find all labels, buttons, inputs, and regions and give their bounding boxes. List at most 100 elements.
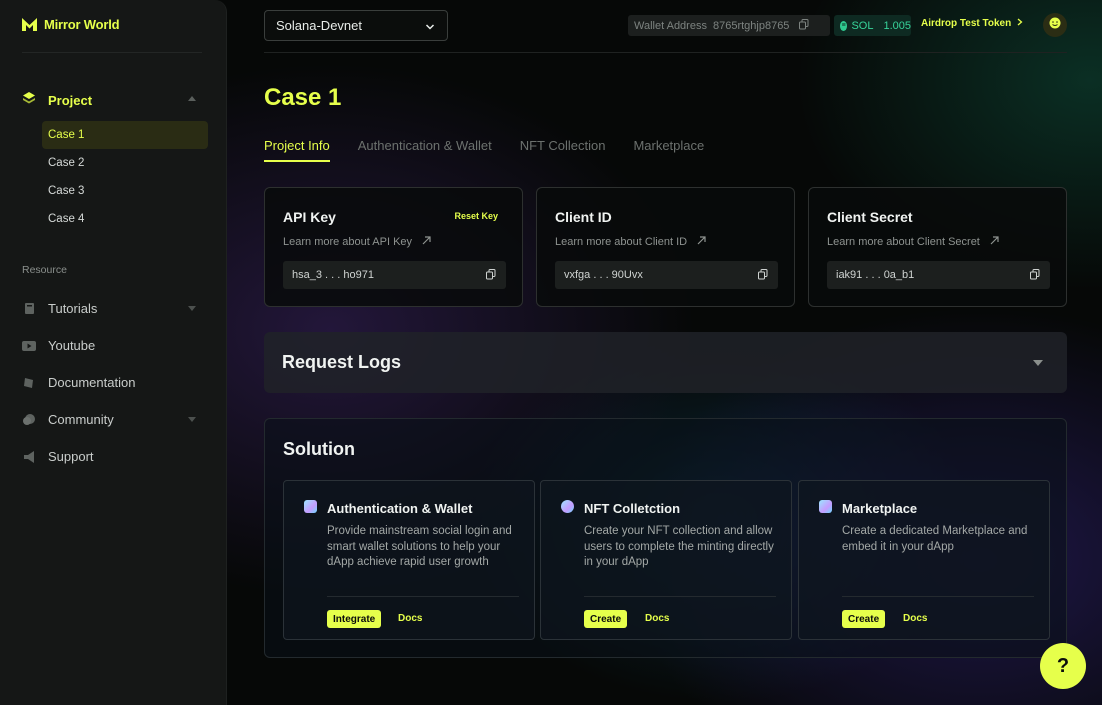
integrate-button[interactable]: Integrate bbox=[327, 610, 382, 628]
client-secret-card: Client Secret Learn more about Client Se… bbox=[808, 187, 1067, 307]
copy-icon[interactable] bbox=[1030, 269, 1040, 283]
learn-more-link[interactable]: Learn more about Client Secret bbox=[827, 236, 999, 248]
sidebar-item-tutorials[interactable]: Tutorials bbox=[22, 290, 202, 327]
docs-link[interactable]: Docs bbox=[903, 613, 927, 624]
tab-project-info[interactable]: Project Info bbox=[264, 138, 330, 162]
tab-nft-collection[interactable]: NFT Collection bbox=[520, 138, 606, 162]
resource-list: Tutorials Youtube Documentation Communit… bbox=[22, 290, 202, 475]
megaphone-icon bbox=[22, 450, 36, 464]
solution-card-description: Provide mainstream social login and smar… bbox=[327, 525, 512, 568]
resource-section-label: Resource bbox=[22, 264, 67, 276]
chevron-down-icon bbox=[188, 417, 196, 422]
create-button[interactable]: Create bbox=[842, 610, 886, 628]
copy-icon[interactable] bbox=[799, 18, 809, 33]
document-icon bbox=[22, 376, 36, 390]
sol-label: SOL bbox=[851, 19, 874, 32]
page-title: Case 1 bbox=[264, 84, 342, 111]
sol-amount: 1.005 bbox=[883, 19, 911, 32]
api-key-value: hsa_3 . . . ho971 bbox=[292, 269, 374, 281]
reset-key-button[interactable]: Reset Key bbox=[454, 211, 498, 221]
card-title: Client Secret bbox=[827, 209, 913, 225]
docs-link[interactable]: Docs bbox=[645, 613, 669, 624]
solution-card-auth-wallet: Authentication & Wallet Provide mainstre… bbox=[283, 480, 535, 640]
sidebar-item-label: Documentation bbox=[48, 375, 136, 390]
sidebar-divider bbox=[22, 52, 202, 53]
solution-card-marketplace: Marketplace Create a dedicated Marketpla… bbox=[798, 480, 1050, 640]
brand-logo[interactable]: Mirror World bbox=[21, 16, 120, 33]
api-key-field[interactable]: hsa_3 . . . ho971 bbox=[283, 261, 506, 289]
learn-more-label: Learn more about API Key bbox=[283, 236, 413, 248]
wallet-address-pill: Wallet Address 8765rtghjp8765 bbox=[628, 15, 830, 36]
learn-more-link[interactable]: Learn more about API Key bbox=[283, 236, 431, 248]
sidebar-item-case-2[interactable]: Case 2 bbox=[42, 149, 208, 177]
copy-icon[interactable] bbox=[758, 269, 768, 283]
sidebar-item-case-3[interactable]: Case 3 bbox=[42, 177, 208, 205]
client-id-field[interactable]: vxfga . . . 90Uvx bbox=[555, 261, 778, 289]
book-icon bbox=[22, 302, 36, 316]
sidebar-item-community[interactable]: Community bbox=[22, 401, 202, 438]
sidebar-item-label: Tutorials bbox=[48, 301, 98, 316]
sidebar-item-case-1[interactable]: Case 1 bbox=[42, 121, 208, 149]
sol-balance-pill: ≡ SOL 1.005 bbox=[834, 15, 911, 36]
external-link-icon bbox=[422, 236, 431, 248]
sidebar-project-toggle[interactable]: Project bbox=[22, 90, 202, 110]
chat-icon bbox=[22, 413, 36, 427]
sidebar-item-label: Community bbox=[48, 412, 114, 427]
learn-more-link[interactable]: Learn more about Client ID bbox=[555, 236, 706, 248]
divider bbox=[584, 596, 776, 597]
external-link-icon bbox=[990, 236, 999, 248]
card-title: API Key bbox=[283, 209, 336, 225]
api-key-card: API Key Reset Key Learn more about API K… bbox=[264, 187, 523, 307]
divider bbox=[327, 596, 519, 597]
tab-authentication-wallet[interactable]: Authentication & Wallet bbox=[358, 138, 492, 162]
solution-card-title: Authentication & Wallet bbox=[327, 501, 473, 516]
learn-more-label: Learn more about Client Secret bbox=[827, 236, 980, 248]
divider bbox=[842, 596, 1034, 597]
client-secret-field[interactable]: iak91 . . . 0a_b1 bbox=[827, 261, 1050, 289]
request-logs-title: Request Logs bbox=[282, 352, 402, 372]
solution-card-title: NFT Colletction bbox=[584, 501, 681, 516]
solution-title: Solution bbox=[283, 439, 355, 459]
brand-name: Mirror World bbox=[44, 17, 120, 32]
avatar[interactable] bbox=[1043, 13, 1067, 37]
sidebar-item-label: Support bbox=[48, 449, 94, 464]
project-tabs: Project Info Authentication & Wallet NFT… bbox=[264, 138, 704, 162]
network-select[interactable]: Solana-Devnet bbox=[264, 10, 448, 41]
mirror-world-logo-icon bbox=[21, 16, 38, 33]
client-secret-value: iak91 . . . 0a_b1 bbox=[836, 269, 915, 281]
copy-icon[interactable] bbox=[486, 269, 496, 283]
solution-card-nft-collection: NFT Colletction Create your NFT collecti… bbox=[540, 480, 792, 640]
create-button[interactable]: Create bbox=[584, 610, 628, 628]
chevron-down-icon bbox=[188, 306, 196, 311]
solution-card-description: Create a dedicated Marketplace and embed… bbox=[842, 525, 1028, 553]
case-list: Case 1 Case 2 Case 3 Case 4 bbox=[42, 121, 208, 233]
solution-card-description: Create your NFT collection and allow use… bbox=[584, 525, 774, 568]
sidebar-item-documentation[interactable]: Documentation bbox=[22, 364, 202, 401]
learn-more-label: Learn more about Client ID bbox=[555, 236, 688, 248]
sidebar-item-youtube[interactable]: Youtube bbox=[22, 327, 202, 364]
solana-icon: ≡ bbox=[840, 20, 848, 31]
network-select-value: Solana-Devnet bbox=[276, 18, 362, 33]
wallet-address-label: Wallet Address bbox=[634, 19, 707, 32]
sidebar-project-label: Project bbox=[48, 92, 93, 108]
request-logs-panel[interactable]: Request Logs bbox=[264, 332, 1067, 393]
marketplace-icon bbox=[819, 500, 832, 513]
sidebar-item-label: Youtube bbox=[48, 338, 96, 353]
docs-link[interactable]: Docs bbox=[398, 613, 422, 624]
card-title: Client ID bbox=[555, 209, 612, 225]
client-id-value: vxfga . . . 90Uvx bbox=[564, 269, 643, 281]
auth-wallet-icon bbox=[304, 500, 317, 513]
cube-icon bbox=[22, 91, 36, 110]
chevron-up-icon bbox=[188, 96, 196, 101]
smiley-avatar-icon bbox=[1049, 16, 1061, 34]
help-button[interactable]: ? bbox=[1040, 643, 1086, 689]
chevron-right-icon bbox=[1017, 18, 1023, 29]
chevron-down-icon bbox=[425, 20, 435, 35]
header-divider bbox=[264, 52, 1067, 53]
sidebar-item-case-4[interactable]: Case 4 bbox=[42, 205, 208, 233]
airdrop-label: Airdrop Test Token bbox=[921, 18, 1012, 29]
airdrop-test-token-link[interactable]: Airdrop Test Token bbox=[921, 18, 1023, 29]
external-link-icon bbox=[697, 236, 706, 248]
tab-marketplace[interactable]: Marketplace bbox=[633, 138, 704, 162]
sidebar-item-support[interactable]: Support bbox=[22, 438, 202, 475]
